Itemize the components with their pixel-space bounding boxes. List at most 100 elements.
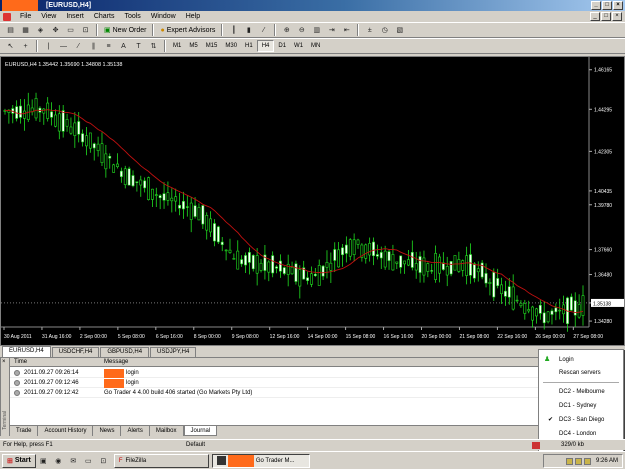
- close-button[interactable]: ×: [613, 1, 623, 10]
- timeframe-mn[interactable]: MN: [307, 40, 324, 52]
- row-message: Go Trader 4 4.00 build 406 started (Go M…: [104, 390, 253, 396]
- quicklaunch-icon[interactable]: ▣: [38, 455, 49, 466]
- candle-body: [344, 244, 348, 254]
- candle-body: [282, 267, 286, 274]
- bar-chart-icon[interactable]: ┃: [228, 25, 239, 36]
- fibonacci-icon[interactable]: ≡: [103, 41, 114, 52]
- candle-body: [247, 252, 251, 263]
- zoom-out-icon[interactable]: ⊖: [296, 25, 307, 36]
- tab-account-history[interactable]: Account History: [38, 426, 94, 436]
- taskbar-filezilla[interactable]: F FileZilla: [113, 453, 209, 468]
- quicklaunch-icon[interactable]: ✉: [68, 455, 79, 466]
- tile-windows-icon[interactable]: ▥: [311, 25, 322, 36]
- timeframe-w1[interactable]: W1: [290, 40, 307, 52]
- app-icon[interactable]: [3, 12, 11, 21]
- candle-body: [34, 98, 38, 119]
- new-chart-icon[interactable]: ▤: [5, 25, 16, 36]
- menu-file[interactable]: File: [15, 11, 36, 22]
- menu-item-server-dc2[interactable]: DC2 - Melbourne: [539, 386, 623, 398]
- tray-icon[interactable]: [583, 457, 591, 465]
- tray-icon[interactable]: [565, 457, 573, 465]
- quicklaunch-icon[interactable]: ⊡: [98, 455, 109, 466]
- tray-icon[interactable]: [574, 457, 582, 465]
- column-message[interactable]: Message: [104, 358, 128, 367]
- symbol-tab-usdjpy[interactable]: USDJPY,H4: [150, 347, 197, 357]
- menu-item-login[interactable]: ♟ Login: [539, 354, 623, 366]
- check-icon: ✔: [548, 417, 554, 423]
- new-order-button[interactable]: ▣ New Order: [101, 24, 149, 36]
- crosshair-icon[interactable]: +: [20, 41, 31, 52]
- text-label-icon[interactable]: T: [133, 41, 144, 52]
- symbol-tab-gbpusd[interactable]: GBPUSD,H4: [100, 347, 150, 357]
- mdi-minimize-button[interactable]: _: [590, 12, 600, 21]
- zoom-in-icon[interactable]: ⊕: [281, 25, 292, 36]
- autoscroll-icon[interactable]: ⇥: [326, 25, 337, 36]
- market-watch-icon[interactable]: ◈: [35, 25, 46, 36]
- equidistant-channel-icon[interactable]: ∥: [88, 41, 99, 52]
- expert-advisors-button[interactable]: ● Expert Advisors: [157, 24, 218, 36]
- price-chart[interactable]: EURUSD,H4 1.35442 1.35690 1.34808 1.3513…: [0, 56, 625, 346]
- redacted-text: [104, 379, 124, 388]
- line-chart-icon[interactable]: ⁄: [258, 25, 269, 36]
- timeframe-m30[interactable]: M30: [221, 40, 241, 52]
- navigator-icon[interactable]: ✥: [50, 25, 61, 36]
- timeframe-h4[interactable]: H4: [256, 40, 275, 52]
- periods-icon[interactable]: ◷: [379, 25, 390, 36]
- vertical-line-icon[interactable]: |: [43, 41, 54, 52]
- quicklaunch-icon[interactable]: ◉: [53, 455, 64, 466]
- menu-view[interactable]: View: [36, 11, 61, 22]
- candle-body: [170, 197, 174, 202]
- tab-journal[interactable]: Journal: [183, 426, 218, 436]
- menu-item-rescan-servers[interactable]: Rescan servers: [539, 367, 623, 379]
- trendline-icon[interactable]: ⁄: [73, 41, 84, 52]
- terminal-icon[interactable]: ▭: [65, 25, 76, 36]
- chart-shift-icon[interactable]: ⇤: [341, 25, 352, 36]
- maximize-button[interactable]: □: [602, 1, 612, 10]
- menu-item-server-dc1[interactable]: DC1 - Sydney: [539, 400, 623, 412]
- tab-alerts[interactable]: Alerts: [121, 426, 150, 436]
- candlesticks-icon[interactable]: ▮: [243, 25, 254, 36]
- candle-body: [77, 121, 81, 135]
- tab-news[interactable]: News: [93, 426, 122, 436]
- menu-help[interactable]: Help: [181, 11, 205, 22]
- column-time[interactable]: Time: [14, 358, 27, 367]
- profiles-icon[interactable]: ▦: [20, 25, 31, 36]
- candle-body: [22, 110, 26, 119]
- taskbar-gotrader[interactable]: Go Trader M...: [211, 453, 310, 468]
- menu-item-server-dc3[interactable]: ✔ DC3 - San Diego: [539, 414, 623, 426]
- symbol-tab-eurusd[interactable]: EURUSD,H4: [2, 346, 51, 357]
- candle-body: [147, 177, 150, 200]
- horizontal-line-icon[interactable]: —: [58, 41, 69, 52]
- mdi-close-button[interactable]: ×: [612, 12, 622, 21]
- timeframe-d1[interactable]: D1: [274, 40, 290, 52]
- timeframe-m1[interactable]: M1: [169, 40, 185, 52]
- arrows-icon[interactable]: ⇅: [148, 41, 159, 52]
- menu-charts[interactable]: Charts: [89, 11, 120, 22]
- chart-canvas[interactable]: EURUSD,H4 1.35442 1.35690 1.34808 1.3513…: [1, 57, 624, 345]
- connection-icon[interactable]: [532, 442, 540, 449]
- menu-window[interactable]: Window: [146, 11, 181, 22]
- price-label: 1.34280: [594, 319, 612, 325]
- tab-mailbox[interactable]: Mailbox: [150, 426, 184, 436]
- indicators-icon[interactable]: ±: [364, 25, 375, 36]
- close-terminal-icon[interactable]: ×: [2, 359, 6, 365]
- timeframe-m15[interactable]: M15: [202, 40, 222, 52]
- strategy-tester-icon[interactable]: ⊡: [80, 25, 91, 36]
- minimize-button[interactable]: _: [591, 1, 601, 10]
- journal-row[interactable]: 2011.09.27 09:12:42 Go Trader 4 4.00 bui…: [10, 388, 540, 398]
- symbol-tab-usdchf[interactable]: USDCHF,H4: [51, 347, 100, 357]
- start-button[interactable]: ⊞ Start: [2, 453, 36, 468]
- journal-row[interactable]: 2011.09.27 09:12:46 login: [10, 378, 540, 388]
- timeframe-h1[interactable]: H1: [241, 40, 257, 52]
- journal-row[interactable]: 2011.09.27 09:26:14 login: [10, 368, 540, 378]
- text-icon[interactable]: A: [118, 41, 129, 52]
- cursor-icon[interactable]: ↖: [5, 41, 16, 52]
- quicklaunch-icon[interactable]: ▭: [83, 455, 94, 466]
- menu-insert[interactable]: Insert: [61, 11, 89, 22]
- templates-icon[interactable]: ▧: [394, 25, 405, 36]
- timeframe-m5[interactable]: M5: [185, 40, 201, 52]
- tab-trade[interactable]: Trade: [10, 426, 39, 436]
- menu-tools[interactable]: Tools: [119, 11, 145, 22]
- mdi-restore-button[interactable]: □: [601, 12, 611, 21]
- candle-body: [294, 263, 298, 282]
